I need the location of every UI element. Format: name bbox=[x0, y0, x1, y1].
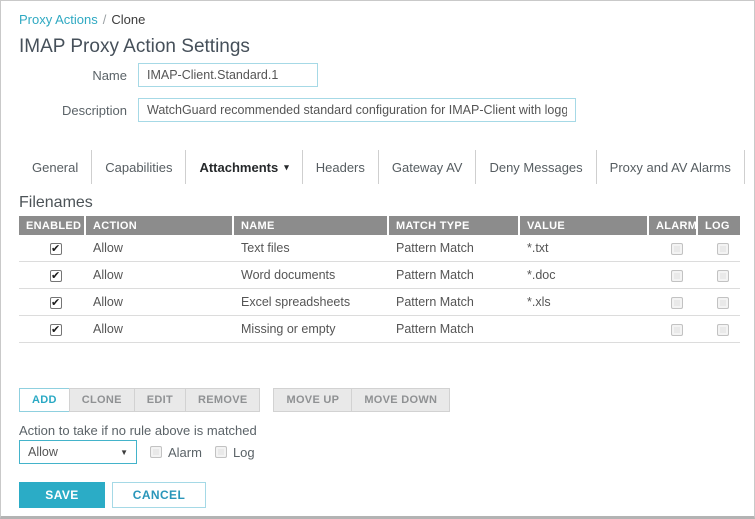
tab-label: Headers bbox=[315, 159, 365, 175]
tab-label: Attachments bbox=[199, 159, 279, 175]
match-type-cell: Pattern Match bbox=[389, 235, 520, 262]
table-row: AllowWord documentsPattern Match*.doc bbox=[19, 262, 740, 289]
table-header-row: ENABLED ACTION NAME MATCH TYPE VALUE ALA… bbox=[19, 216, 740, 235]
enabled-checkbox[interactable] bbox=[50, 323, 62, 336]
breadcrumb-separator: / bbox=[102, 12, 107, 27]
add-button[interactable]: ADD bbox=[19, 388, 70, 412]
enabled-checkbox[interactable] bbox=[50, 296, 62, 309]
filenames-heading: Filenames bbox=[19, 194, 93, 211]
tab-label: Proxy and AV Alarms bbox=[609, 159, 731, 175]
filenames-table-body: AllowText filesPattern Match*.txtAllowWo… bbox=[19, 235, 740, 343]
remove-button[interactable]: REMOVE bbox=[185, 388, 261, 412]
log-checkbox[interactable] bbox=[716, 242, 729, 255]
tab-bar: General Capabilities Attachments ▾ Headers Ga… bbox=[19, 150, 745, 184]
select-caret-icon: ▼ bbox=[120, 447, 128, 457]
match-type-cell: Pattern Match bbox=[389, 289, 520, 316]
tab-label: Deny Messages bbox=[489, 159, 583, 175]
table-row: AllowMissing or emptyPattern Match bbox=[19, 316, 740, 343]
default-action-select[interactable]: Allow ▼ bbox=[19, 440, 137, 464]
name-cell: Word documents bbox=[234, 262, 389, 289]
default-action-row: Allow ▼ Alarm Log bbox=[19, 440, 738, 464]
value-cell bbox=[520, 316, 649, 343]
tab-deny-messages[interactable]: Deny Messages bbox=[476, 150, 597, 184]
tab-attachments[interactable]: Attachments ▾ bbox=[186, 150, 303, 184]
tab-label: Capabilities bbox=[105, 159, 173, 175]
column-header-action: ACTION bbox=[86, 216, 234, 235]
description-row: Description bbox=[19, 98, 738, 122]
value-cell: *.xls bbox=[520, 289, 649, 316]
table-row: AllowText filesPattern Match*.txt bbox=[19, 235, 740, 262]
chevron-down-icon: ▾ bbox=[284, 161, 289, 172]
default-log-checkbox[interactable] bbox=[214, 446, 227, 458]
name-cell: Text files bbox=[234, 235, 389, 262]
table-row: AllowExcel spreadsheetsPattern Match*.xl… bbox=[19, 289, 740, 316]
value-cell: *.txt bbox=[520, 235, 649, 262]
value-cell: *.doc bbox=[520, 262, 649, 289]
name-field[interactable] bbox=[138, 63, 318, 87]
action-cell: Allow bbox=[86, 316, 234, 343]
tab-proxy-and-av-alarms[interactable]: Proxy and AV Alarms bbox=[597, 150, 745, 184]
move-up-button[interactable]: MOVE UP bbox=[273, 388, 353, 412]
default-action-selected-value: Allow bbox=[28, 445, 58, 459]
default-alarm-checkbox[interactable] bbox=[150, 446, 162, 458]
column-header-value: VALUE bbox=[520, 216, 649, 235]
column-header-name: NAME bbox=[234, 216, 389, 235]
default-alarm-option: Alarm bbox=[150, 445, 202, 460]
tab-label: General bbox=[32, 159, 79, 175]
column-header-log: LOG bbox=[698, 216, 740, 235]
log-checkbox[interactable] bbox=[716, 323, 729, 336]
alarm-checkbox[interactable] bbox=[671, 242, 683, 255]
name-cell: Excel spreadsheets bbox=[234, 289, 389, 316]
description-field[interactable] bbox=[138, 98, 576, 122]
breadcrumb-link-proxy-actions[interactable]: Proxy Actions bbox=[19, 12, 98, 27]
tab-headers[interactable]: Headers bbox=[303, 150, 379, 184]
edit-button[interactable]: EDIT bbox=[133, 388, 186, 412]
default-alarm-label: Alarm bbox=[168, 444, 202, 460]
breadcrumb: Proxy Actions / Clone bbox=[19, 12, 738, 27]
tab-apt-blocker[interactable]: APT Blocker bbox=[745, 150, 755, 184]
clone-button[interactable]: CLONE bbox=[68, 388, 135, 412]
rule-toolbar: ADD CLONE EDIT REMOVE MOVE UP MOVE DOWN bbox=[19, 388, 738, 412]
match-type-cell: Pattern Match bbox=[389, 316, 520, 343]
default-log-label: Log bbox=[232, 444, 255, 460]
column-header-alarm: ALARM bbox=[649, 216, 698, 235]
enabled-checkbox[interactable] bbox=[50, 242, 62, 255]
column-header-enabled: ENABLED bbox=[19, 216, 86, 235]
footer-actions: SAVE CANCEL bbox=[19, 482, 738, 508]
alarm-checkbox[interactable] bbox=[671, 323, 683, 336]
filenames-table: ENABLED ACTION NAME MATCH TYPE VALUE ALA… bbox=[19, 216, 740, 343]
page-title: IMAP Proxy Action Settings bbox=[19, 36, 250, 57]
name-row: Name bbox=[19, 63, 738, 87]
action-cell: Allow bbox=[86, 262, 234, 289]
cancel-button[interactable]: CANCEL bbox=[112, 482, 206, 508]
log-checkbox[interactable] bbox=[716, 296, 729, 309]
save-button[interactable]: SAVE bbox=[19, 482, 105, 508]
action-cell: Allow bbox=[86, 289, 234, 316]
tab-gateway-av[interactable]: Gateway AV bbox=[379, 150, 477, 184]
alarm-checkbox[interactable] bbox=[671, 269, 683, 282]
enabled-checkbox[interactable] bbox=[50, 269, 62, 282]
tab-label: Gateway AV bbox=[391, 159, 463, 175]
name-label: Name bbox=[92, 67, 127, 83]
action-cell: Allow bbox=[86, 235, 234, 262]
default-log-option: Log bbox=[214, 444, 255, 460]
breadcrumb-current: Clone bbox=[111, 12, 146, 27]
main-content: Proxy Actions / Clone IMAP Proxy Action Se… bbox=[1, 1, 754, 508]
match-type-cell: Pattern Match bbox=[389, 262, 520, 289]
toolbar-gap bbox=[260, 388, 274, 412]
default-action-label: Action to take if no rule above is match… bbox=[19, 423, 257, 438]
alarm-checkbox[interactable] bbox=[671, 296, 683, 309]
tab-capabilities[interactable]: Capabilities bbox=[92, 150, 187, 184]
move-down-button[interactable]: MOVE DOWN bbox=[351, 388, 451, 412]
log-checkbox[interactable] bbox=[716, 269, 729, 282]
tab-general[interactable]: General bbox=[19, 150, 93, 184]
column-header-match-type: MATCH TYPE bbox=[389, 216, 520, 235]
description-label: Description bbox=[61, 102, 127, 118]
name-cell: Missing or empty bbox=[234, 316, 389, 343]
